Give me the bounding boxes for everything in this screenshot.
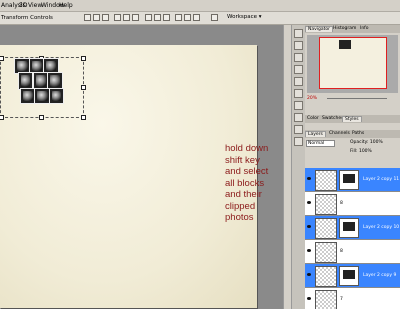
eye-icon[interactable] [307,225,311,228]
tab-paths[interactable]: Paths [350,131,366,136]
tab-navigator[interactable]: Navigator [305,26,334,32]
blend-mode-select[interactable]: Normal [306,140,336,147]
opacity-field[interactable]: Opacity: 100% [350,140,383,145]
instruction-note: hold down shift key and select all block… [225,143,285,224]
eye-icon[interactable] [307,273,311,276]
menu-bar: Analysis 3D View Window Help [0,0,400,12]
transform-handle[interactable] [81,85,86,90]
layer-row[interactable]: 8 [305,192,400,216]
menu-help[interactable]: Help [59,2,73,9]
layer-row[interactable]: Layer 2 copy 11 [305,168,400,192]
swatches-icon[interactable] [294,77,303,86]
align-middle-icon[interactable] [93,14,100,21]
layer-controls: Normal Opacity: 100% Fill: 100% [305,140,400,156]
distribute-left-icon[interactable] [175,14,182,21]
layer-row[interactable]: 8 [305,240,400,264]
right-panels: Navigator Histogram Info 20% Color Swatc… [305,25,400,309]
layer-photo-thumbnail [339,218,359,238]
align-center-icon[interactable] [123,14,130,21]
distribute-middle-icon[interactable] [154,14,161,21]
layer-thumbnail [315,194,337,215]
document-canvas[interactable] [0,45,257,308]
layer-row[interactable]: Layer 2 copy 9 [305,264,400,288]
workspace-menu[interactable]: Workspace ▾ [227,14,262,20]
layer-thumbnail [315,266,337,287]
distribute-top-icon[interactable] [145,14,152,21]
tab-color[interactable]: Color [305,116,321,121]
layer-name[interactable]: 8 [340,201,343,206]
zoom-value[interactable]: 20% [307,96,317,101]
tab-histogram[interactable]: Histogram [331,26,358,31]
transform-handle[interactable] [81,115,86,120]
layers-tabs: Layers Channels Paths [305,130,400,138]
options-bar: Transform Controls [0,12,400,25]
note-line: and select [225,166,269,177]
note-line: shift key [225,154,260,166]
layer-name[interactable]: Layer 2 copy 9 [363,273,396,278]
note-line: all blocks [225,177,265,189]
note-line: clipped [225,200,256,212]
history-icon[interactable] [294,137,303,146]
zoom-slider[interactable] [327,98,387,99]
layer-photo-thumbnail [339,170,359,190]
tab-styles[interactable]: Styles [342,116,362,122]
photo-block[interactable] [49,88,64,104]
align-right-icon[interactable] [132,14,139,21]
layer-name[interactable]: 7 [340,297,343,302]
transform-controls-label[interactable]: Transform Controls [1,15,53,21]
layer-name[interactable]: 8 [340,249,343,254]
navigator-icon[interactable] [294,29,303,38]
panel-icon-strip [291,25,306,309]
transform-handle[interactable] [0,56,4,61]
layer-thumbnail [315,218,337,239]
navigator-tabs: Navigator Histogram Info [305,25,400,33]
layer-row[interactable]: 7 [305,288,400,309]
zoom-row: 20% [307,95,398,102]
color-tabs: Color Swatches Styles [305,115,400,123]
layers-list: Layer 2 copy 11 8 Layer 2 copy 10 8 Laye… [305,168,400,309]
auto-align-icon[interactable] [211,14,218,21]
navigator-view-box[interactable] [319,37,387,89]
tab-info[interactable]: Info [358,26,371,31]
transform-handle[interactable] [81,56,86,61]
layer-photo-thumbnail [339,266,359,286]
clone-source-icon[interactable] [294,113,303,122]
layer-thumbnail [315,170,337,191]
brush-icon[interactable] [294,101,303,110]
layer-thumbnail [315,242,337,263]
transform-handle[interactable] [0,115,4,120]
layer-thumbnail [315,290,337,309]
note-line: photos [225,212,254,223]
menu-3d[interactable]: 3D [19,2,27,9]
navigator-preview[interactable] [307,35,398,93]
color-icon[interactable] [294,65,303,74]
eye-icon[interactable] [307,297,311,300]
distribute-bottom-icon[interactable] [163,14,170,21]
note-line: and their [225,189,262,200]
layer-row[interactable]: Layer 2 copy 10 [305,216,400,240]
info-icon[interactable] [294,53,303,62]
tab-layers[interactable]: Layers [305,131,326,137]
note-line: hold down [225,143,269,154]
align-top-icon[interactable] [84,14,91,21]
tab-channels[interactable]: Channels [327,131,352,136]
fill-field[interactable]: Fill: 100% [350,149,372,154]
align-bottom-icon[interactable] [102,14,109,21]
align-left-icon[interactable] [114,14,121,21]
transform-handle[interactable] [39,115,44,120]
layer-name[interactable]: Layer 2 copy 11 [363,177,399,182]
styles-icon[interactable] [294,89,303,98]
eye-icon[interactable] [307,177,311,180]
eye-icon[interactable] [307,249,311,252]
histogram-icon[interactable] [294,41,303,50]
eye-icon[interactable] [307,201,311,204]
distribute-center-icon[interactable] [184,14,191,21]
distribute-right-icon[interactable] [193,14,200,21]
layer-name[interactable]: Layer 2 copy 10 [363,225,399,230]
actions-icon[interactable] [294,125,303,134]
